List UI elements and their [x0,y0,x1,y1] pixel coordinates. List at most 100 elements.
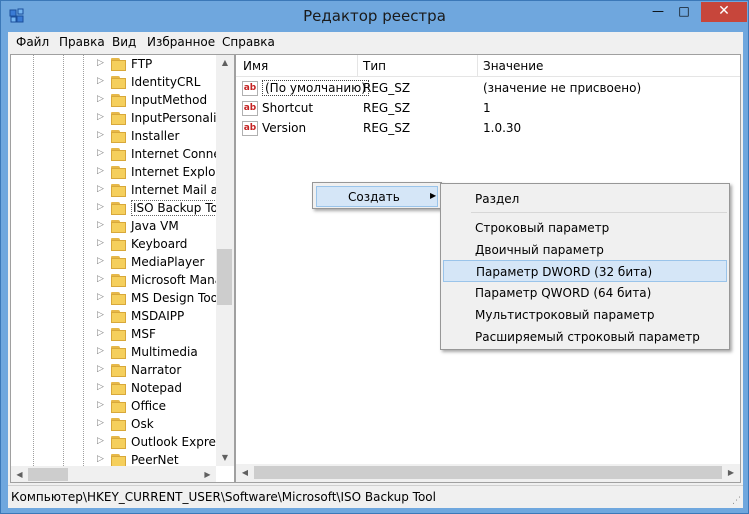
tree-item[interactable]: ▷ Internet Explore [11,164,228,182]
expand-arrow-icon[interactable]: ▷ [97,256,104,266]
tree-item[interactable]: ▷ Installer [11,128,216,146]
expand-arrow-icon[interactable]: ▷ [97,112,104,122]
menu-file[interactable]: Файл [16,35,49,49]
submenu-arrow-icon: ▶ [430,191,437,200]
list-horizontal-scrollbar[interactable]: ◀ ▶ [236,464,740,482]
tree-item[interactable]: ▷ InputMethod [11,92,216,110]
tree-item[interactable]: ▷ MediaPlayer [11,254,216,272]
close-button[interactable]: ✕ [701,2,747,22]
tree-item[interactable]: ▷ MSDAIPP [11,308,216,326]
scroll-left-icon[interactable]: ◀ [11,466,28,482]
expand-arrow-icon[interactable]: ▷ [97,454,104,464]
expand-arrow-icon[interactable]: ▷ [97,418,104,428]
list-hscroll-thumb[interactable] [254,466,722,479]
expand-arrow-icon[interactable]: ▷ [97,220,104,230]
tree-item[interactable]: ▷ Internet Mail an [11,182,226,200]
submenu-item[interactable]: Мультистроковый параметр [443,304,727,326]
tree-item[interactable]: ▷ Notepad [11,380,216,398]
expand-arrow-icon[interactable]: ▷ [97,346,104,356]
submenu-item[interactable]: Параметр QWORD (64 бита) [443,282,727,304]
menu-favorites[interactable]: Избранное [147,35,215,49]
tree-item[interactable]: ▷ FTP [11,56,216,74]
tree-item[interactable]: ▷ InputPersonaliz [11,110,223,128]
scroll-right-icon[interactable]: ▶ [199,466,216,482]
value-type: REG_SZ [363,121,411,135]
tree-item[interactable]: ▷ Multimedia [11,344,216,362]
column-divider[interactable] [357,55,358,77]
column-header-name[interactable]: Имя [243,59,268,73]
expand-arrow-icon[interactable]: ▷ [97,382,104,392]
folder-icon [109,418,126,431]
scroll-right-icon[interactable]: ▶ [722,464,740,482]
expand-arrow-icon[interactable]: ▷ [97,400,104,410]
submenu-item[interactable]: Двоичный параметр [443,239,727,261]
tree-item[interactable]: ▷ Microsoft Mana [11,272,222,290]
scroll-down-icon[interactable]: ▼ [216,450,234,466]
tree-item[interactable]: ▷ MSF [11,326,216,344]
title-bar[interactable]: Редактор реестра — □ ✕ [1,1,748,32]
registry-value-row[interactable]: ab Version REG_SZ 1.0.30 [236,119,740,138]
menu-edit[interactable]: Правка [59,35,105,49]
submenu-item[interactable]: Строковый параметр [443,217,727,239]
tree-item-label: Internet Mail an [131,183,226,197]
menu-help[interactable]: Справка [222,35,275,49]
value-data: (значение не присвоено) [483,81,642,95]
tree-item[interactable]: ▷ Internet Connec [11,146,227,164]
expand-arrow-icon[interactable]: ▷ [97,130,104,140]
tree-horizontal-scrollbar[interactable]: ◀ ▶ [11,466,216,482]
expand-arrow-icon[interactable]: ▷ [97,292,104,302]
tree-item-label: Notepad [131,381,182,395]
menu-bar: Файл Правка Вид Избранное Справка [8,32,743,52]
scroll-left-icon[interactable]: ◀ [236,464,254,482]
expand-arrow-icon[interactable]: ▷ [97,274,104,284]
registry-tree[interactable]: ▷ FTP ▷ IdentityCRL ▷ InputMethod ▷ InputPerson… [10,54,235,483]
tree-item-selected[interactable]: ▷ ISO Backup Too [11,200,228,218]
folder-icon [109,148,126,161]
tree-item[interactable]: ▷ Outlook Express [11,434,228,452]
submenu-item-label: Строковый параметр [475,221,610,235]
maximize-button[interactable]: □ [671,2,697,22]
submenu-item[interactable]: Раздел [443,188,727,210]
registry-value-row[interactable]: ab (По умолчанию) REG_SZ (значение не присв… [236,79,740,98]
expand-arrow-icon[interactable]: ▷ [97,310,104,320]
scroll-up-icon[interactable]: ▲ [216,55,234,71]
submenu-item[interactable]: Расширяемый строковый параметр [443,326,727,348]
registry-value-row[interactable]: ab Shortcut REG_SZ 1 [236,99,740,118]
minimize-button[interactable]: — [645,2,671,22]
tree-item[interactable]: ▷ Osk [11,416,216,434]
expand-arrow-icon[interactable]: ▷ [97,148,104,158]
folder-icon [109,58,126,71]
expand-arrow-icon[interactable]: ▷ [97,364,104,374]
expand-arrow-icon[interactable]: ▷ [97,436,104,446]
expand-arrow-icon[interactable]: ▷ [97,202,104,212]
context-menu-create[interactable]: Создать ▶ [316,186,438,207]
tree-item[interactable]: ▷ IdentityCRL [11,74,216,92]
tree-item[interactable]: ▷ Narrator [11,362,216,380]
tree-item[interactable]: ▷ Java VM [11,218,216,236]
value-data: 1.0.30 [483,121,522,135]
tree-vertical-scrollbar[interactable]: ▲ ▼ [216,55,234,466]
expand-arrow-icon[interactable]: ▷ [97,94,104,104]
resize-grip-icon[interactable]: ⋰ [732,496,741,506]
expand-arrow-icon[interactable]: ▷ [97,58,104,68]
submenu-item-hovered[interactable]: Параметр DWORD (32 бита) [443,260,727,282]
expand-arrow-icon[interactable]: ▷ [97,166,104,176]
expand-arrow-icon[interactable]: ▷ [97,328,104,338]
menu-view[interactable]: Вид [112,35,136,49]
tree-item[interactable]: ▷ Keyboard [11,236,216,254]
column-header-value[interactable]: Значение [483,59,543,73]
expand-arrow-icon[interactable]: ▷ [97,76,104,86]
registry-editor-window: Редактор реестра — □ ✕ Файл Правка Вид И… [0,0,749,514]
tree-item[interactable]: ▷ MS Design Tool [11,290,221,308]
expand-arrow-icon[interactable]: ▷ [97,238,104,248]
folder-icon [109,292,126,305]
column-header-type[interactable]: Тип [363,59,386,73]
folder-icon [109,364,126,377]
tree-hscroll-thumb[interactable] [28,468,68,481]
tree-scroll-thumb[interactable] [217,249,232,305]
expand-arrow-icon[interactable]: ▷ [97,184,104,194]
folder-icon [109,184,126,197]
column-divider[interactable] [477,55,478,77]
tree-item[interactable]: ▷ Office [11,398,216,416]
status-bar: Компьютер\HKEY_CURRENT_USER\Software\Mic… [8,485,743,508]
